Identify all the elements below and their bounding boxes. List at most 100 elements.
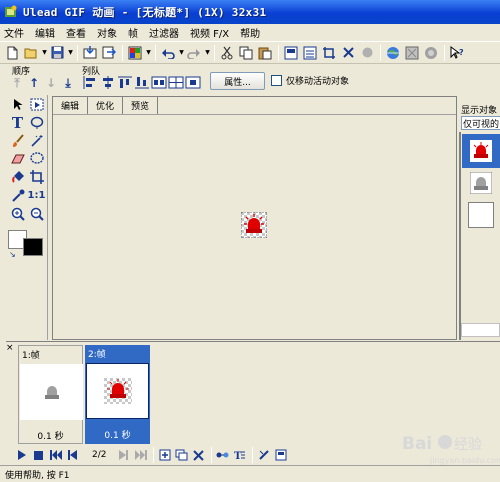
undo-dropdown-icon[interactable]: ▼ xyxy=(178,44,185,62)
crop-tool-icon[interactable] xyxy=(28,168,45,185)
menu-object[interactable]: 对象 xyxy=(97,25,117,40)
tab-optimize[interactable]: 优化 xyxy=(88,97,124,114)
cut-icon[interactable] xyxy=(218,44,236,62)
redo-dropdown-icon[interactable]: ▼ xyxy=(204,44,211,62)
menu-edit[interactable]: 编辑 xyxy=(35,25,55,40)
copy-icon[interactable] xyxy=(237,44,255,62)
previous-frame-icon[interactable] xyxy=(65,448,80,462)
whatis-help-icon[interactable]: ? xyxy=(448,44,466,62)
save-disk-icon[interactable] xyxy=(48,44,66,62)
magic-wand-tool-icon[interactable] xyxy=(28,132,45,149)
banner-text-icon[interactable]: T xyxy=(232,448,247,462)
svg-text:经验: 经验 xyxy=(454,437,482,453)
status-text: 使用帮助, 按 F1 xyxy=(5,470,70,481)
color-picker-icon[interactable] xyxy=(126,44,144,62)
align-top-icon[interactable] xyxy=(117,75,133,90)
frame-2-delay[interactable]: 0.1 秒 xyxy=(85,428,150,441)
zoom-out-icon[interactable] xyxy=(28,205,45,222)
first-frame-icon[interactable] xyxy=(48,448,63,462)
distribute-vertical-icon[interactable] xyxy=(168,75,184,90)
next-frame-icon[interactable] xyxy=(116,448,131,462)
zoom-in-icon[interactable] xyxy=(9,205,26,222)
menu-file[interactable]: 文件 xyxy=(4,25,24,40)
menu-filter[interactable]: 过滤器 xyxy=(149,25,179,40)
paintbrush-tool-icon[interactable] xyxy=(9,132,26,149)
save-dropdown-icon[interactable]: ▼ xyxy=(67,44,74,62)
lasso-tool-icon[interactable] xyxy=(28,114,45,131)
object-panel-scrollbar[interactable] xyxy=(461,323,500,337)
bring-forward-icon[interactable]: ↑ xyxy=(27,76,41,90)
frame-properties-icon[interactable] xyxy=(256,448,271,462)
distribute-horizontal-icon[interactable] xyxy=(151,75,167,90)
color-dropdown-icon[interactable]: ▼ xyxy=(145,44,152,62)
frame-2-thumbnail xyxy=(86,363,149,419)
swap-colors-icon[interactable]: ↘ xyxy=(9,250,16,259)
canvas-image-red-beacon[interactable] xyxy=(241,212,267,238)
bring-to-front-icon[interactable]: ⤒ xyxy=(10,76,24,90)
open-folder-icon[interactable] xyxy=(22,44,40,62)
delete-icon[interactable] xyxy=(339,44,357,62)
object-panel: 显示对象 仅可视的 xyxy=(459,98,500,340)
frame-panel-menu-icon[interactable] xyxy=(273,448,288,462)
preview-icon[interactable] xyxy=(403,44,421,62)
align-center-icon[interactable] xyxy=(100,75,116,90)
frame-1-delay[interactable]: 0.1 秒 xyxy=(19,429,82,442)
actual-size-icon[interactable]: 1:1 xyxy=(28,187,46,204)
send-backward-icon[interactable]: ↓ xyxy=(44,76,58,90)
frame-1-label: 1:帧 xyxy=(22,350,40,361)
main-toolbar: ▼ ▼ ▼ ▼ ▼ ? xyxy=(0,41,500,64)
new-file-icon[interactable] xyxy=(3,44,21,62)
frame-2-label: 2:帧 xyxy=(88,349,106,360)
properties-button[interactable]: 属性... xyxy=(210,72,265,90)
play-icon[interactable] xyxy=(14,448,29,462)
duplicate-frame-icon[interactable] xyxy=(174,448,189,462)
eyedropper-tool-icon[interactable] xyxy=(9,187,26,204)
object-filter-select[interactable]: 仅可视的 xyxy=(461,116,500,130)
ellipse-select-tool-icon[interactable] xyxy=(28,150,45,167)
layer-icon[interactable] xyxy=(282,44,300,62)
export-icon[interactable] xyxy=(100,44,118,62)
delete-frame-icon[interactable] xyxy=(191,448,206,462)
frame-1[interactable]: 1:帧 0.1 秒 xyxy=(18,345,83,444)
object-panel-scrollbar-edge xyxy=(459,132,461,340)
move-active-only-option[interactable]: 仅移动活动对象 xyxy=(271,74,349,87)
stamp-icon[interactable] xyxy=(358,44,376,62)
marquee-tool-icon[interactable] xyxy=(28,96,45,113)
tab-edit[interactable]: 编辑 xyxy=(53,97,89,114)
center-on-canvas-icon[interactable] xyxy=(185,75,201,90)
send-to-back-icon[interactable]: ⤓ xyxy=(61,76,75,90)
text-tool-icon[interactable]: T xyxy=(9,114,26,132)
redo-icon[interactable] xyxy=(185,44,203,62)
tween-icon[interactable] xyxy=(215,448,230,462)
object-item-gray-beacon[interactable] xyxy=(462,166,500,200)
foreground-color-swatch[interactable] xyxy=(23,238,43,256)
eraser-tool-icon[interactable] xyxy=(9,150,26,167)
object-item-red-beacon[interactable] xyxy=(462,134,500,168)
import-icon[interactable] xyxy=(81,44,99,62)
last-frame-icon[interactable] xyxy=(133,448,148,462)
align-left-icon[interactable] xyxy=(82,75,98,90)
frame-2[interactable]: 2:帧 0.1 秒 xyxy=(85,345,150,444)
open-dropdown-icon[interactable]: ▼ xyxy=(41,44,48,62)
add-frame-icon[interactable] xyxy=(157,448,172,462)
svg-text:Bai: Bai xyxy=(402,434,432,454)
align-bottom-icon[interactable] xyxy=(134,75,150,90)
undo-icon[interactable] xyxy=(159,44,177,62)
paste-icon[interactable] xyxy=(256,44,274,62)
globe-icon[interactable] xyxy=(384,44,402,62)
frame-panel-close-icon[interactable]: × xyxy=(6,343,14,353)
tool-panel: T 1:1 ↘ xyxy=(6,95,48,340)
menu-view[interactable]: 查看 xyxy=(66,25,86,40)
pointer-tool-icon[interactable] xyxy=(9,96,26,113)
stop-icon[interactable] xyxy=(31,448,46,462)
menu-frame[interactable]: 帧 xyxy=(128,25,138,40)
paint-bucket-tool-icon[interactable] xyxy=(9,168,26,185)
object-item-blank[interactable] xyxy=(462,198,500,232)
align-icon[interactable] xyxy=(301,44,319,62)
menu-help[interactable]: 帮助 xyxy=(240,25,260,40)
optimize-icon[interactable] xyxy=(422,44,440,62)
tab-preview[interactable]: 预览 xyxy=(123,97,159,114)
move-active-only-checkbox[interactable] xyxy=(271,75,282,86)
menu-video-fx[interactable]: 视频 F/X xyxy=(190,25,229,40)
crop-icon[interactable] xyxy=(320,44,338,62)
